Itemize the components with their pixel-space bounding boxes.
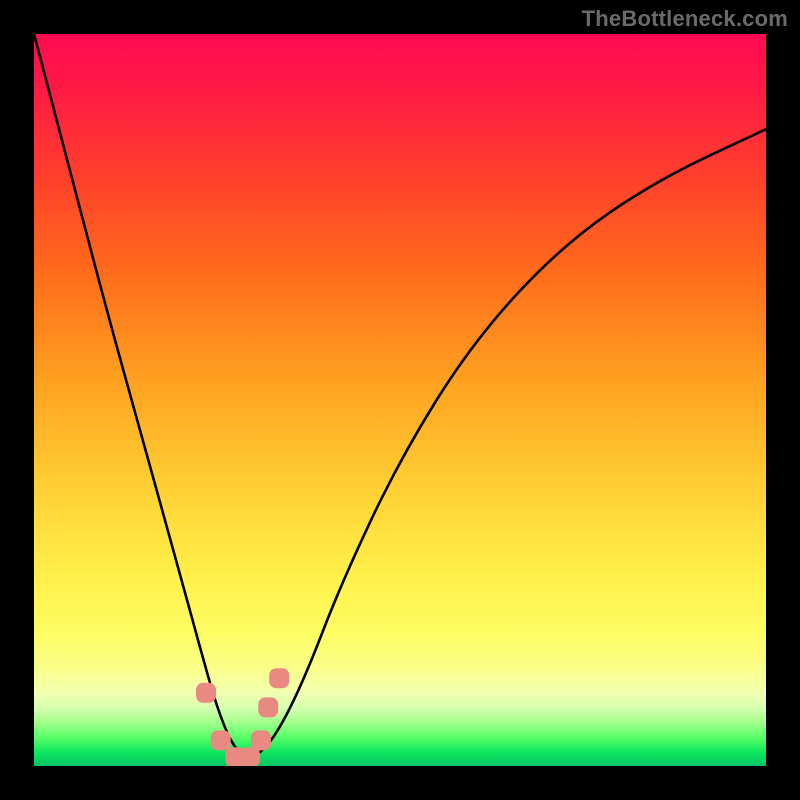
marker-point	[258, 697, 278, 717]
marker-group	[196, 668, 289, 766]
marker-point	[196, 683, 216, 703]
plot-area	[34, 34, 766, 766]
marker-point	[211, 730, 231, 750]
chart-frame: TheBottleneck.com	[0, 0, 800, 800]
curve-layer	[34, 34, 766, 766]
marker-point	[269, 668, 289, 688]
watermark-text: TheBottleneck.com	[582, 6, 788, 32]
marker-point	[251, 730, 271, 750]
bottleneck-curve	[34, 34, 766, 759]
